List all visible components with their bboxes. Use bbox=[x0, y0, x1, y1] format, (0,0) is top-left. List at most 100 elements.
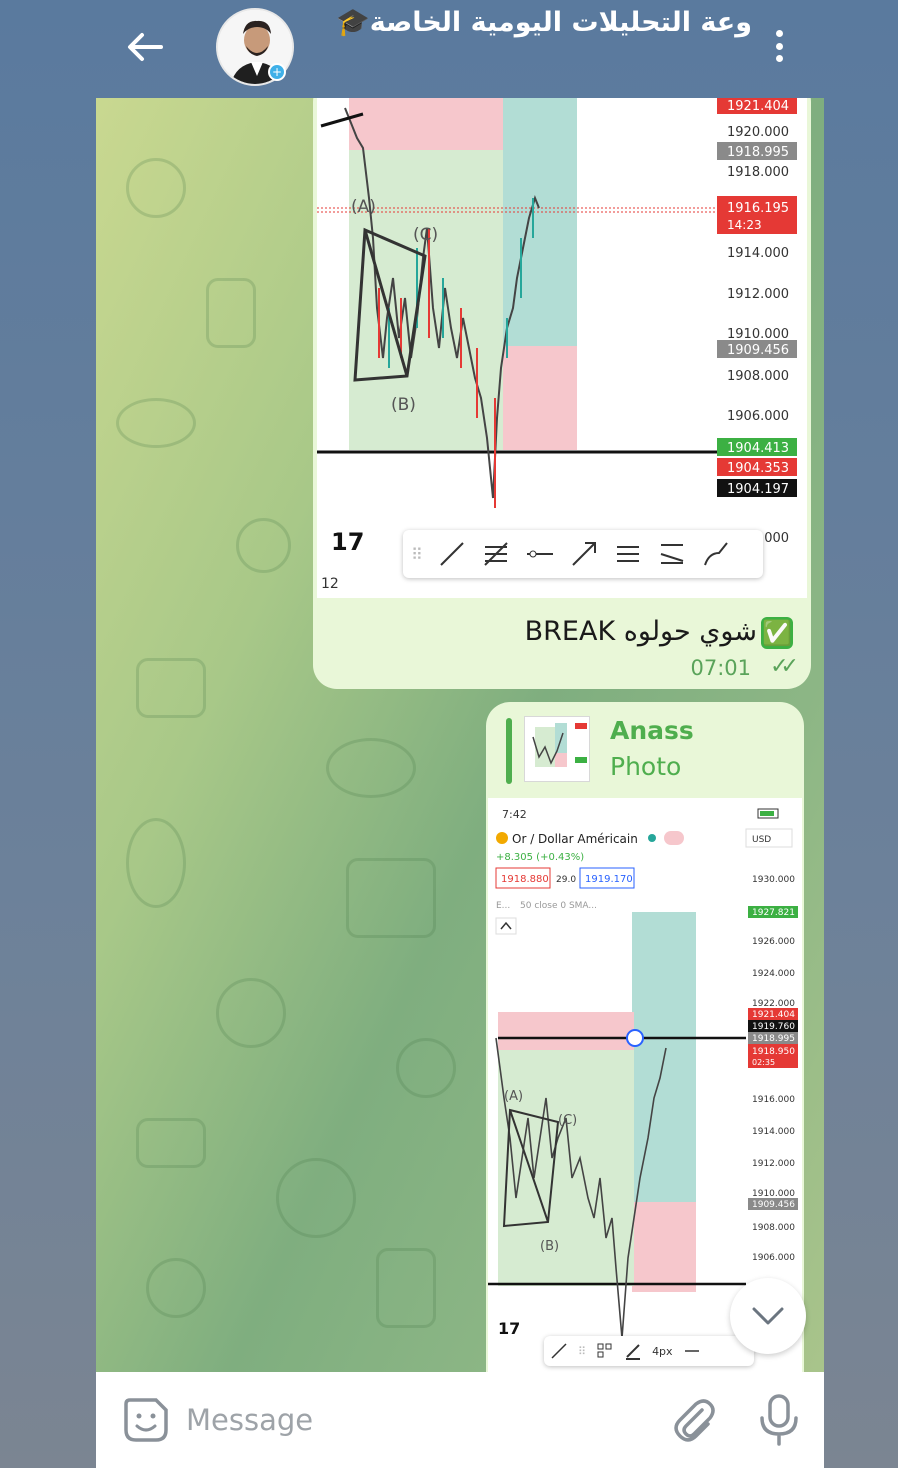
brush-icon[interactable] bbox=[701, 539, 731, 569]
doodle-icon bbox=[126, 818, 186, 908]
indicator-prefix: E... bbox=[496, 901, 510, 911]
price-label: 1924.000 bbox=[752, 969, 795, 979]
message-input-bar bbox=[96, 1372, 824, 1468]
bid-price: 1918.880 bbox=[501, 874, 549, 885]
reply-author-name: Anass bbox=[610, 716, 694, 745]
price-label: 1930.000 bbox=[752, 875, 795, 885]
doodle-icon bbox=[136, 1118, 206, 1168]
object-tree-icon[interactable] bbox=[596, 1342, 614, 1360]
message-time: 07:01 bbox=[690, 656, 751, 680]
chevron-down-icon bbox=[752, 1307, 784, 1325]
price-label: 1910.000 bbox=[752, 1189, 795, 1199]
paperclip-icon[interactable] bbox=[668, 1394, 718, 1446]
price-label: 1904.353 bbox=[727, 461, 789, 476]
arrow-icon[interactable] bbox=[569, 539, 599, 569]
doodle-icon bbox=[216, 978, 286, 1048]
doodle-icon bbox=[326, 738, 416, 798]
scroll-down-button[interactable] bbox=[730, 1278, 806, 1354]
price-label: 1912.000 bbox=[727, 287, 789, 302]
doodle-icon bbox=[146, 1258, 206, 1318]
add-icon: + bbox=[268, 63, 286, 81]
price-label: 1916.000 bbox=[752, 1095, 795, 1105]
drag-handle-icon[interactable]: ⠿ bbox=[578, 1345, 586, 1358]
message-bubble-outgoing[interactable]: (A) (B) (C) 1921.404 1920.000 1918.995 1… bbox=[313, 98, 811, 689]
fib-retracement-icon[interactable] bbox=[481, 539, 511, 569]
price-label: 1908.000 bbox=[727, 369, 789, 384]
tradingview-logo: 17 bbox=[331, 528, 364, 556]
drawing-toolbar[interactable]: ⠿ bbox=[403, 530, 763, 578]
wave-label-a: (A) bbox=[351, 197, 376, 217]
countdown-label: 02:35 bbox=[752, 1058, 775, 1067]
price-label: 1904.197 bbox=[727, 482, 789, 497]
sticker-icon[interactable] bbox=[120, 1394, 172, 1446]
doodle-icon bbox=[126, 158, 186, 218]
pitchfork-icon[interactable] bbox=[657, 539, 687, 569]
spread-value: 29.0 bbox=[556, 875, 576, 885]
countdown-label: 14:23 bbox=[727, 218, 762, 232]
horizontal-ray-icon[interactable] bbox=[525, 539, 555, 569]
price-label: 1921.404 bbox=[752, 1010, 795, 1020]
price-label: 1914.000 bbox=[752, 1127, 795, 1137]
price-label: 1909.456 bbox=[752, 1200, 795, 1210]
pencil-icon[interactable] bbox=[624, 1342, 642, 1360]
microphone-icon[interactable] bbox=[756, 1392, 802, 1448]
symbol-name: Or / Dollar Américain bbox=[512, 832, 638, 846]
price-label: 1904.413 bbox=[727, 441, 789, 456]
wave-label-c: (C) bbox=[413, 225, 438, 245]
message-bubble-outgoing-reply[interactable]: Anass Photo 7:42 Or / Dollar Américain U… bbox=[486, 702, 804, 1372]
wave-label-b: (B) bbox=[391, 395, 416, 415]
price-label: 1927.821 bbox=[752, 908, 795, 918]
price-label: 1910.000 bbox=[727, 327, 789, 342]
message-input[interactable] bbox=[186, 1392, 626, 1448]
chat-title-text: وعة التحليلات اليومية الخاصة bbox=[369, 7, 752, 38]
doodle-icon bbox=[376, 1248, 436, 1328]
message-text-content: شوي حولوه BREAK bbox=[524, 616, 757, 647]
price-label: 1916.195 bbox=[727, 201, 789, 216]
doodle-icon bbox=[396, 1038, 456, 1098]
price-label: 1906.000 bbox=[727, 409, 789, 424]
price-label: 1918.000 bbox=[727, 165, 789, 180]
price-label: 1922.000 bbox=[752, 999, 795, 1009]
doodle-icon bbox=[116, 398, 196, 448]
message-text: ✅شوي حولوه BREAK bbox=[525, 616, 793, 649]
wave-label-a: (A) bbox=[504, 1089, 523, 1104]
chat-header: + وعة التحليلات اليومية الخاصة🎓 bbox=[0, 0, 898, 98]
parallel-channel-icon[interactable] bbox=[613, 539, 643, 569]
more-options-icon[interactable] bbox=[764, 26, 794, 66]
price-label: 1926.000 bbox=[752, 937, 795, 947]
price-label: 1918.950 bbox=[752, 1047, 795, 1057]
reply-thumbnail[interactable] bbox=[524, 716, 590, 782]
price-label: 1918.995 bbox=[727, 145, 789, 160]
trend-line-icon[interactable] bbox=[550, 1342, 568, 1360]
line-style-icon[interactable] bbox=[683, 1342, 701, 1360]
price-label: 1908.000 bbox=[752, 1223, 795, 1233]
reply-content-type: Photo bbox=[610, 752, 682, 781]
line-width-label[interactable]: 4px bbox=[652, 1345, 673, 1358]
chat-area[interactable]: (A) (B) (C) 1921.404 1920.000 1918.995 1… bbox=[96, 98, 824, 1372]
ask-price: 1919.170 bbox=[585, 874, 633, 885]
chart-screenshot-image[interactable]: (A) (B) (C) 1921.404 1920.000 1918.995 1… bbox=[317, 98, 807, 598]
price-label: 1914.000 bbox=[727, 246, 789, 261]
axis-label: 12 bbox=[321, 576, 339, 592]
price-label: 1921.404 bbox=[727, 99, 789, 114]
doodle-icon bbox=[346, 858, 436, 938]
trend-line-icon[interactable] bbox=[437, 539, 467, 569]
doodle-icon bbox=[136, 658, 206, 718]
price-label: 1906.000 bbox=[752, 1253, 795, 1263]
price-label: 1909.456 bbox=[727, 343, 789, 358]
price-label: 1919.760 bbox=[752, 1022, 795, 1032]
reply-accent-bar bbox=[506, 718, 512, 784]
tradingview-logo: 17 bbox=[498, 1319, 520, 1338]
wave-label-c: (C) bbox=[558, 1113, 577, 1128]
price-change: +8.305 (+0.43%) bbox=[496, 852, 584, 863]
doodle-icon bbox=[206, 278, 256, 348]
drawing-toolbar[interactable]: ⠿ 4px bbox=[544, 1336, 754, 1366]
doodle-icon bbox=[236, 518, 291, 573]
drag-handle-icon[interactable]: ⠿ bbox=[411, 545, 423, 564]
graduation-cap-icon: 🎓 bbox=[336, 7, 370, 38]
indicator-label: 50 close 0 SMA... bbox=[520, 901, 597, 911]
price-label: 1912.000 bbox=[752, 1159, 795, 1169]
back-arrow-icon[interactable] bbox=[120, 22, 170, 72]
chat-title[interactable]: وعة التحليلات اليومية الخاصة🎓 bbox=[312, 6, 752, 48]
double-check-icon: ✓✓ bbox=[770, 654, 799, 679]
